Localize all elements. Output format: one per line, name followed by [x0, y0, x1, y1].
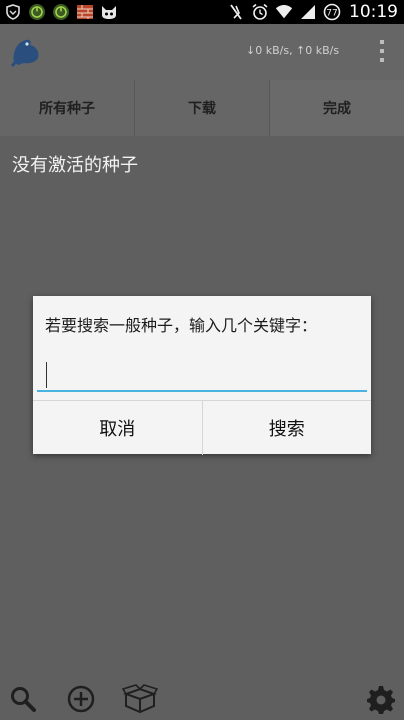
android-debug-icon [52, 3, 70, 21]
cat-face-icon [100, 3, 118, 21]
action-bar: ↓0 kB/s, ↑0 kB/s [0, 24, 404, 80]
settings-icon[interactable] [366, 684, 396, 714]
alarm-icon [251, 3, 269, 21]
add-icon[interactable] [66, 684, 96, 714]
brick-app-icon [76, 3, 94, 21]
torrent-tabs: 所有种子 下载 完成 [0, 80, 404, 136]
text-caret [46, 362, 47, 388]
empty-state-message: 没有激活的种子 [12, 155, 138, 176]
transfer-speed: ↓0 kB/s, ↑0 kB/s [246, 44, 340, 57]
cancel-button[interactable]: 取消 [33, 401, 203, 455]
overflow-menu-icon[interactable] [374, 36, 390, 66]
battery-icon: 77 [323, 3, 341, 21]
bottom-toolbar [0, 674, 404, 720]
status-bar-notifications [4, 0, 118, 24]
search-button[interactable]: 搜索 [203, 401, 372, 455]
dialog-prompt: 若要搜索一般种子，输入几个关键字： [45, 316, 318, 335]
status-bar: 77 10:19 [0, 0, 404, 24]
wifi-icon [275, 3, 293, 21]
tab-downloading[interactable]: 下载 [135, 80, 270, 136]
svg-text:77: 77 [326, 9, 337, 19]
keyword-input[interactable] [37, 356, 367, 392]
tab-all-torrents[interactable]: 所有种子 [0, 80, 135, 136]
search-icon[interactable] [8, 684, 38, 714]
status-bar-time: 10:19 [349, 2, 398, 22]
search-dialog: 若要搜索一般种子，输入几个关键字： 取消 搜索 [33, 296, 371, 455]
status-bar-system: 77 10:19 [227, 0, 398, 24]
android-debug-icon [28, 3, 46, 21]
tab-completed[interactable]: 完成 [270, 80, 404, 136]
frog-logo-icon[interactable] [8, 34, 44, 68]
notification-off-icon [227, 3, 245, 21]
dialog-button-bar: 取消 搜索 [33, 400, 371, 455]
signal-icon [299, 3, 317, 21]
box-icon[interactable] [121, 684, 159, 714]
shield-icon [4, 3, 22, 21]
